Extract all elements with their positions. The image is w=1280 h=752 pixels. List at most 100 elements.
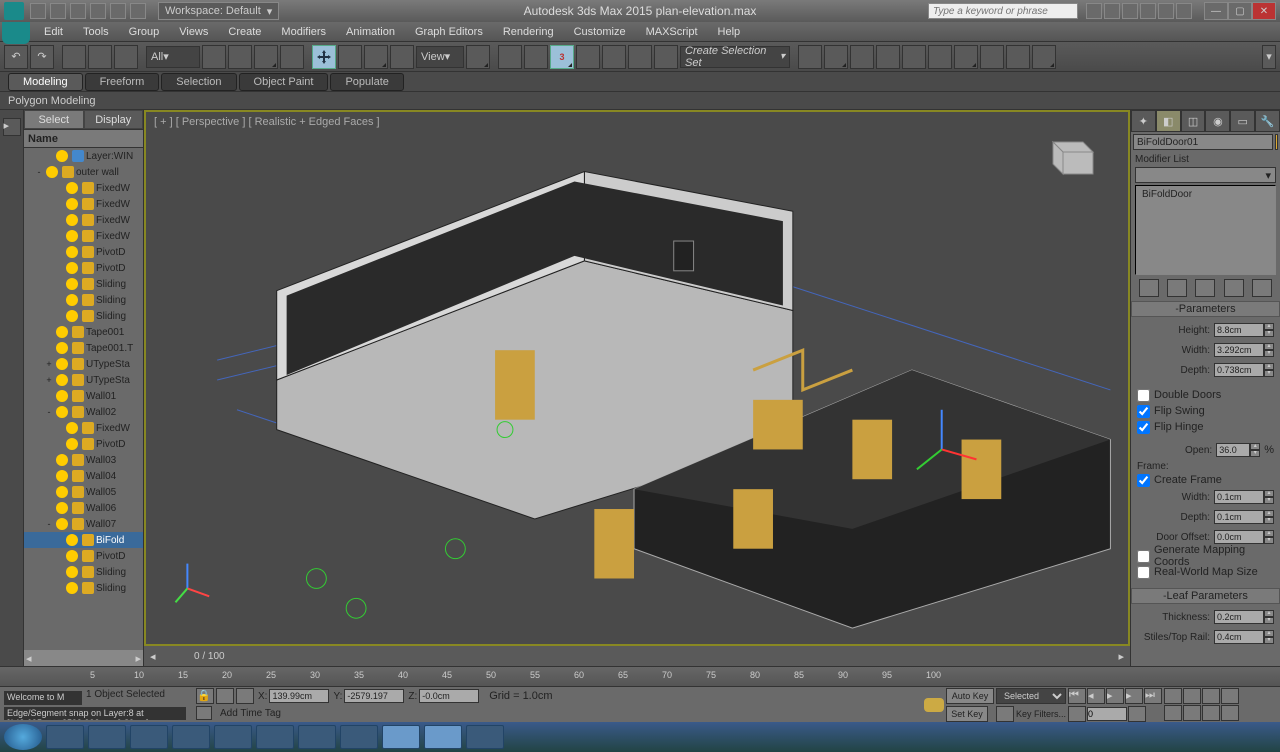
tree-item[interactable]: Wall05 (24, 484, 143, 500)
menu-create[interactable]: Create (218, 22, 271, 42)
tree-item[interactable]: FixedW (24, 180, 143, 196)
visibility-icon[interactable] (66, 198, 78, 210)
tree-item[interactable]: Sliding (24, 292, 143, 308)
snap-toggle-button[interactable]: 3 (550, 45, 574, 69)
menu-views[interactable]: Views (169, 22, 218, 42)
tree-item[interactable]: Sliding (24, 564, 143, 580)
visibility-icon[interactable] (56, 454, 68, 466)
undo-button[interactable]: ↶ (4, 45, 28, 69)
tree-item[interactable]: FixedW (24, 212, 143, 228)
show-end-button[interactable] (1167, 279, 1187, 297)
pan-button[interactable] (1183, 705, 1201, 721)
keyboard-shortcut-button[interactable] (524, 45, 548, 69)
modifier-stack[interactable]: BiFoldDoor (1135, 185, 1276, 275)
visibility-icon[interactable] (56, 358, 68, 370)
flip-hinge-checkbox[interactable] (1137, 421, 1150, 434)
toggle-ribbon-button[interactable] (876, 45, 900, 69)
select-manipulate-button[interactable] (498, 45, 522, 69)
goto-end-button[interactable]: ⏭ (1144, 688, 1162, 704)
taskbar-app-10[interactable] (424, 725, 462, 749)
time-slider[interactable]: ◂ 0 / 100 ▸ (144, 646, 1130, 666)
application-menu-button[interactable] (2, 22, 30, 44)
parameters-rollout-header[interactable]: - Parameters (1131, 301, 1280, 317)
scene-column-name[interactable]: Name (24, 130, 143, 148)
select-rotate-button[interactable] (338, 45, 362, 69)
rail-spinner[interactable] (1214, 630, 1264, 644)
visibility-icon[interactable] (56, 502, 68, 514)
visibility-icon[interactable] (56, 486, 68, 498)
taskbar-app-9[interactable] (382, 725, 420, 749)
taskbar-app-6[interactable] (256, 725, 294, 749)
unlink-button[interactable] (88, 45, 112, 69)
track-bar[interactable]: 5101520253035404550556065707580859095100 (0, 666, 1280, 686)
named-selection-dropdown[interactable]: Create Selection Set ▾ (680, 46, 790, 68)
visibility-icon[interactable] (66, 534, 78, 546)
current-frame-input[interactable] (1087, 707, 1127, 721)
redo-button[interactable]: ↷ (30, 45, 54, 69)
spin-up-icon[interactable]: ▴ (1264, 323, 1274, 330)
bind-spacewarp-button[interactable] (114, 45, 138, 69)
expand-icon[interactable]: - (44, 407, 54, 417)
ribbon-tab-object-paint[interactable]: Object Paint (239, 73, 329, 91)
tree-item[interactable]: +UTypeSta (24, 372, 143, 388)
ref-coord-dropdown[interactable]: View ▾ (416, 46, 464, 68)
tree-item[interactable]: -outer wall (24, 164, 143, 180)
configure-sets-button[interactable] (1252, 279, 1272, 297)
align-button[interactable] (824, 45, 848, 69)
tree-item[interactable]: Sliding (24, 276, 143, 292)
menu-group[interactable]: Group (119, 22, 170, 42)
isolate-button[interactable] (216, 688, 234, 704)
open-spinner[interactable] (1216, 443, 1250, 457)
motion-tab[interactable]: ◉ (1205, 110, 1230, 132)
zoom-all-button[interactable] (1183, 688, 1201, 704)
qat-save-icon[interactable] (70, 3, 86, 19)
schematic-view-button[interactable] (928, 45, 952, 69)
setkey-button[interactable]: Set Key (946, 706, 988, 722)
menu-customize[interactable]: Customize (564, 22, 636, 42)
goto-start-button[interactable]: ⏮ (1068, 688, 1086, 704)
hierarchy-tab[interactable]: ◫ (1181, 110, 1206, 132)
maximize-button[interactable]: ▢ (1228, 2, 1252, 20)
scene-tab-display[interactable]: Display (84, 110, 144, 129)
select-scale-button[interactable] (364, 45, 388, 69)
app-logo[interactable] (4, 2, 24, 20)
visibility-icon[interactable] (56, 390, 68, 402)
material-editor-button[interactable] (954, 45, 978, 69)
signin-icon[interactable] (1104, 3, 1120, 19)
edit-named-sel-button[interactable] (654, 45, 678, 69)
visibility-icon[interactable] (46, 166, 58, 178)
tree-item[interactable]: Sliding (24, 580, 143, 596)
left-tool-expand-icon[interactable]: ▸ (3, 118, 21, 136)
select-object-button[interactable] (202, 45, 226, 69)
tree-item[interactable]: PivotD (24, 260, 143, 276)
menu-animation[interactable]: Animation (336, 22, 405, 42)
tree-item[interactable]: -Wall07 (24, 516, 143, 532)
visibility-icon[interactable] (66, 294, 78, 306)
width-spinner[interactable] (1214, 343, 1264, 357)
tree-item[interactable]: BiFold (24, 532, 143, 548)
subscription-icon[interactable] (1158, 3, 1174, 19)
door-offset-spinner[interactable] (1214, 530, 1264, 544)
menu-graph-editors[interactable]: Graph Editors (405, 22, 493, 42)
time-tag-button[interactable] (196, 706, 212, 720)
object-color-swatch[interactable] (1275, 134, 1278, 150)
spin-down-icon[interactable]: ▾ (1264, 330, 1274, 337)
tree-item[interactable]: Layer:WIN (24, 148, 143, 164)
link-button[interactable] (62, 45, 86, 69)
taskbar-app-3[interactable] (130, 725, 168, 749)
menu-rendering[interactable]: Rendering (493, 22, 564, 42)
visibility-icon[interactable] (66, 230, 78, 242)
ribbon-panel-label[interactable]: Polygon Modeling (8, 95, 95, 107)
tree-item[interactable]: +UTypeSta (24, 356, 143, 372)
zoom-button[interactable] (1164, 688, 1182, 704)
visibility-icon[interactable] (56, 406, 68, 418)
add-time-tag[interactable]: Add Time Tag (220, 708, 281, 719)
help-search-input[interactable] (928, 3, 1078, 19)
tree-item[interactable]: PivotD (24, 436, 143, 452)
scene-hscrollbar[interactable]: ◂▸ (24, 650, 143, 666)
visibility-icon[interactable] (66, 438, 78, 450)
visibility-icon[interactable] (56, 342, 68, 354)
time-config-button[interactable] (1128, 706, 1146, 722)
visibility-icon[interactable] (66, 182, 78, 194)
frame-width-spinner[interactable] (1214, 490, 1264, 504)
